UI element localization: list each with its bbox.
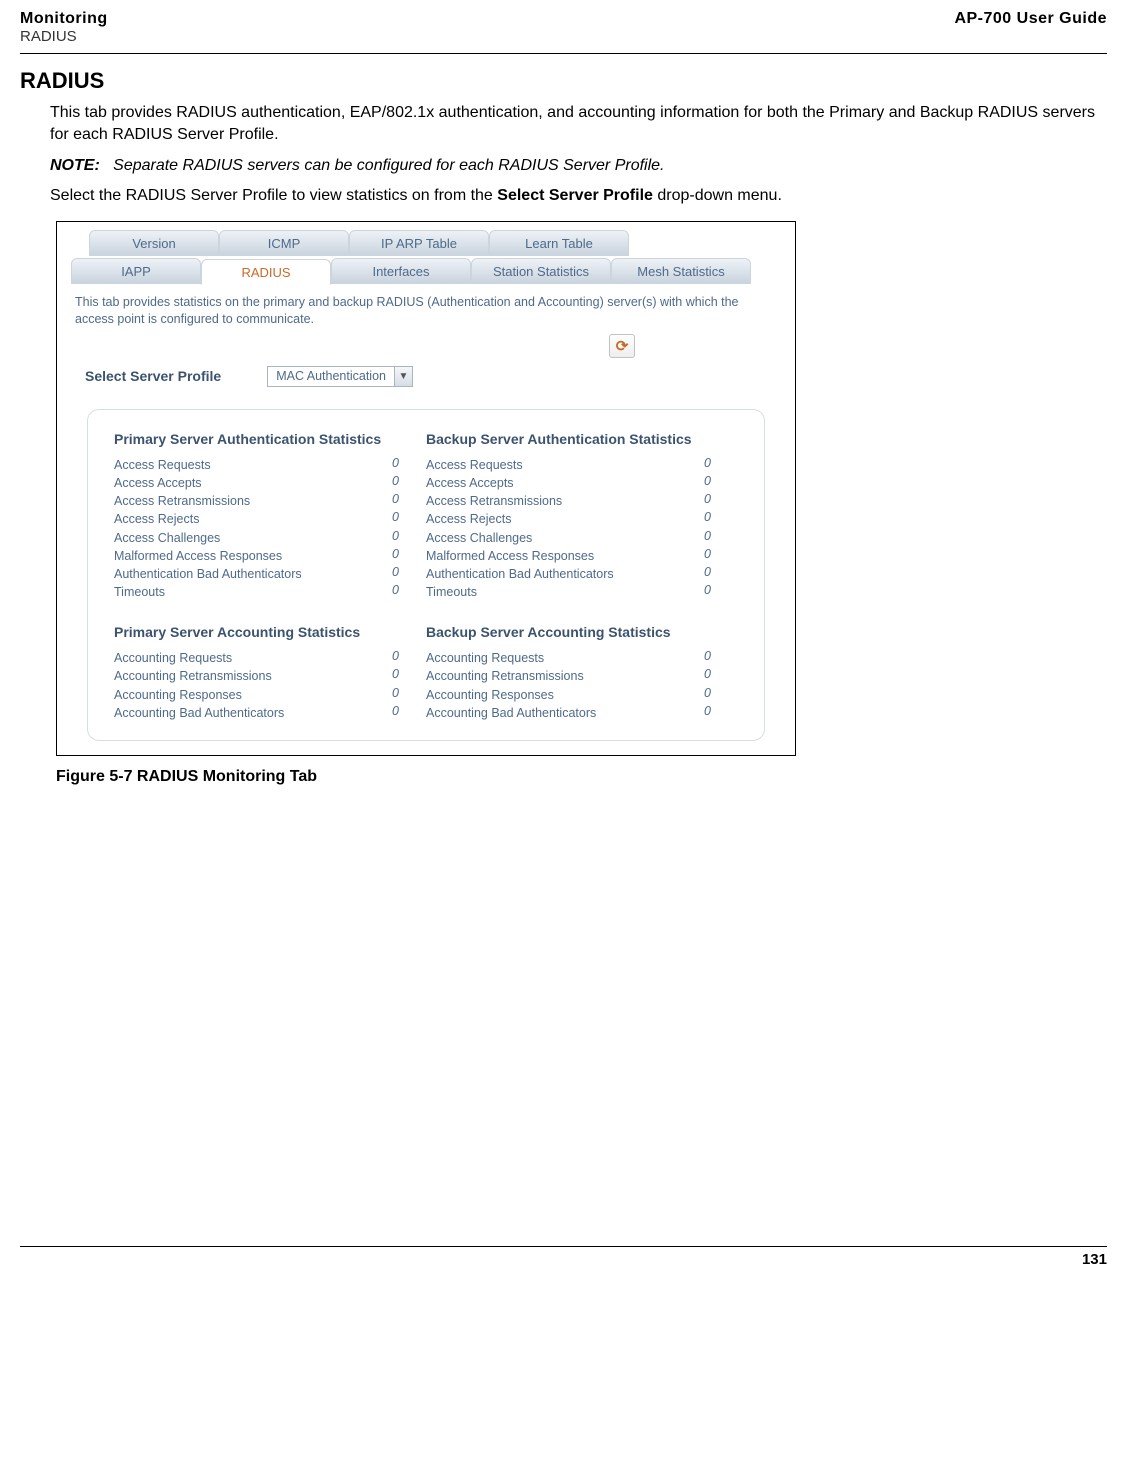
- p-auth-val-7: 0: [392, 583, 426, 601]
- figure-caption: Figure 5-7 RADIUS Monitoring Tab: [56, 768, 1107, 786]
- b-acct-val-3: 0: [704, 704, 738, 722]
- b-acct-row-2: Accounting Responses: [426, 686, 704, 704]
- b-auth-row-4: Access Challenges: [426, 529, 704, 547]
- page-number: 131: [20, 1251, 1107, 1268]
- header-guide-title: AP-700 User Guide: [954, 10, 1107, 28]
- instruction-text-c: drop-down menu.: [653, 187, 782, 204]
- b-auth-row-3: Access Rejects: [426, 510, 704, 528]
- backup-auth-heading: Backup Server Authentication Statistics: [426, 430, 738, 448]
- tab-station-statistics[interactable]: Station Statistics: [471, 258, 611, 284]
- p-acct-row-3: Accounting Bad Authenticators: [114, 704, 392, 722]
- tab-learn-table[interactable]: Learn Table: [489, 230, 629, 256]
- screenshot-figure: Version ICMP IP ARP Table Learn Table IA…: [56, 221, 796, 756]
- header-rule: [20, 53, 1107, 54]
- b-auth-row-6: Authentication Bad Authenticators: [426, 565, 704, 583]
- tab-description: This tab provides statistics on the prim…: [75, 294, 777, 328]
- p-auth-val-1: 0: [392, 474, 426, 492]
- instruction-paragraph: Select the RADIUS Server Profile to view…: [50, 185, 1107, 207]
- refresh-button[interactable]: ⟳: [609, 334, 635, 358]
- b-auth-val-2: 0: [704, 492, 738, 510]
- select-profile-value: MAC Authentication: [268, 369, 394, 383]
- tab-interfaces[interactable]: Interfaces: [331, 258, 471, 284]
- primary-acct-heading: Primary Server Accounting Statistics: [114, 623, 426, 641]
- p-acct-row-1: Accounting Retransmissions: [114, 667, 392, 685]
- p-auth-val-6: 0: [392, 565, 426, 583]
- b-auth-val-3: 0: [704, 510, 738, 528]
- stats-panel: Primary Server Authentication Statistics…: [87, 409, 765, 741]
- b-auth-val-6: 0: [704, 565, 738, 583]
- p-auth-val-4: 0: [392, 529, 426, 547]
- tab-icmp[interactable]: ICMP: [219, 230, 349, 256]
- tab-mesh-statistics[interactable]: Mesh Statistics: [611, 258, 751, 284]
- header-section: Monitoring: [20, 10, 108, 28]
- p-auth-row-7: Timeouts: [114, 583, 392, 601]
- p-acct-val-3: 0: [392, 704, 426, 722]
- p-auth-val-2: 0: [392, 492, 426, 510]
- p-acct-row-0: Accounting Requests: [114, 649, 392, 667]
- intro-paragraph: This tab provides RADIUS authentication,…: [50, 102, 1107, 147]
- b-auth-row-0: Access Requests: [426, 456, 704, 474]
- footer-rule: [20, 1246, 1107, 1247]
- tab-iapp[interactable]: IAPP: [71, 258, 201, 284]
- section-title: RADIUS: [20, 68, 1107, 94]
- b-auth-row-2: Access Retransmissions: [426, 492, 704, 510]
- note-label: NOTE:: [50, 157, 100, 174]
- p-auth-row-3: Access Rejects: [114, 510, 392, 528]
- p-acct-val-1: 0: [392, 667, 426, 685]
- b-auth-row-7: Timeouts: [426, 583, 704, 601]
- chevron-down-icon: ▼: [394, 367, 412, 386]
- p-auth-val-3: 0: [392, 510, 426, 528]
- p-auth-row-6: Authentication Bad Authenticators: [114, 565, 392, 583]
- p-acct-val-2: 0: [392, 686, 426, 704]
- p-auth-row-4: Access Challenges: [114, 529, 392, 547]
- select-profile-label: Select Server Profile: [85, 368, 221, 384]
- b-auth-row-5: Malformed Access Responses: [426, 547, 704, 565]
- header-subsection: RADIUS: [20, 28, 108, 45]
- p-auth-val-5: 0: [392, 547, 426, 565]
- select-profile-dropdown[interactable]: MAC Authentication ▼: [267, 366, 413, 387]
- refresh-icon: ⟳: [616, 337, 629, 355]
- p-auth-row-1: Access Accepts: [114, 474, 392, 492]
- b-acct-val-0: 0: [704, 649, 738, 667]
- p-auth-row-5: Malformed Access Responses: [114, 547, 392, 565]
- p-acct-val-0: 0: [392, 649, 426, 667]
- p-auth-row-0: Access Requests: [114, 456, 392, 474]
- b-acct-row-0: Accounting Requests: [426, 649, 704, 667]
- note-line: NOTE: Separate RADIUS servers can be con…: [50, 157, 1107, 175]
- b-auth-val-5: 0: [704, 547, 738, 565]
- b-acct-row-1: Accounting Retransmissions: [426, 667, 704, 685]
- tab-radius[interactable]: RADIUS: [201, 259, 331, 285]
- primary-auth-heading: Primary Server Authentication Statistics: [114, 430, 426, 448]
- b-auth-val-1: 0: [704, 474, 738, 492]
- b-auth-row-1: Access Accepts: [426, 474, 704, 492]
- p-acct-row-2: Accounting Responses: [114, 686, 392, 704]
- tab-row-2: IAPP RADIUS Interfaces Station Statistic…: [71, 258, 785, 284]
- instruction-text-a: Select the RADIUS Server Profile to view…: [50, 187, 497, 204]
- tab-version[interactable]: Version: [89, 230, 219, 256]
- p-auth-row-2: Access Retransmissions: [114, 492, 392, 510]
- b-auth-val-7: 0: [704, 583, 738, 601]
- backup-acct-heading: Backup Server Accounting Statistics: [426, 623, 738, 641]
- tab-ip-arp-table[interactable]: IP ARP Table: [349, 230, 489, 256]
- b-acct-val-2: 0: [704, 686, 738, 704]
- note-text: Separate RADIUS servers can be configure…: [113, 157, 664, 174]
- p-auth-val-0: 0: [392, 456, 426, 474]
- b-acct-row-3: Accounting Bad Authenticators: [426, 704, 704, 722]
- b-acct-val-1: 0: [704, 667, 738, 685]
- tab-row-1: Version ICMP IP ARP Table Learn Table: [89, 230, 785, 256]
- b-auth-val-0: 0: [704, 456, 738, 474]
- b-auth-val-4: 0: [704, 529, 738, 547]
- instruction-bold: Select Server Profile: [497, 187, 653, 204]
